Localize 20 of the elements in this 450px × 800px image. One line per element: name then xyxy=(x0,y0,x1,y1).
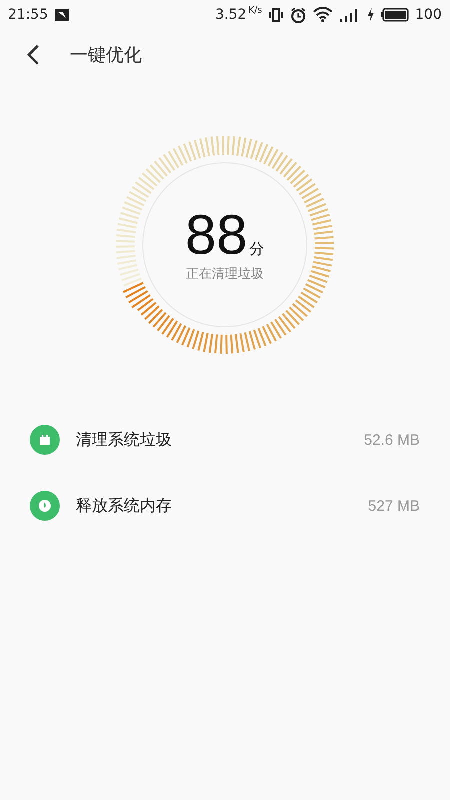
status-time: 21:55 xyxy=(8,7,48,23)
cleaning-status: 正在清理垃圾 xyxy=(186,266,264,283)
score-unit: 分 xyxy=(250,240,265,259)
alarm-icon xyxy=(290,6,308,24)
score-value: 88 xyxy=(185,207,248,263)
item-size: 527 MB xyxy=(368,498,420,514)
item-label: 清理系统垃圾 xyxy=(76,430,173,450)
wifi-icon xyxy=(313,7,334,23)
item-size: 52.6 MB xyxy=(364,432,420,448)
page-title: 一键优化 xyxy=(70,44,142,67)
drop-icon xyxy=(30,491,60,521)
charging-icon xyxy=(367,8,376,22)
vibrate-icon xyxy=(268,7,284,23)
battery-level: 100 xyxy=(415,7,442,23)
trash-icon xyxy=(30,425,60,455)
battery-icon xyxy=(381,8,410,22)
speed-unit: K/s xyxy=(248,6,262,16)
item-label: 释放系统内存 xyxy=(76,496,173,516)
network-speed: 3.52 xyxy=(215,7,247,23)
image-notification-icon xyxy=(54,8,70,22)
